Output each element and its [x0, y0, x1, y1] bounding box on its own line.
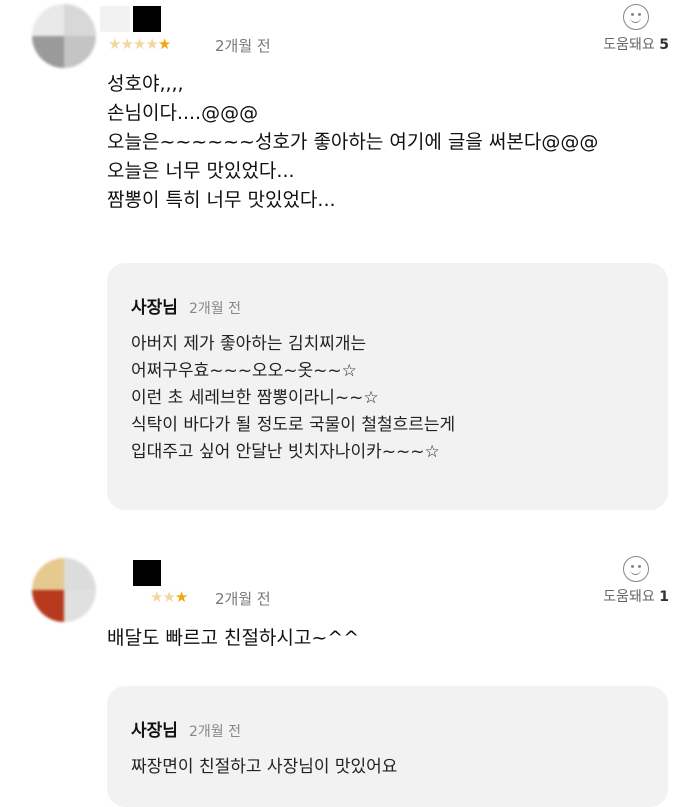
review-line: 손님이다....@@@ — [107, 102, 259, 124]
helpful-label: 도움돼요 — [603, 37, 655, 53]
review-date: 2개월 전 — [215, 590, 271, 608]
reply-line: 아버지 제가 좋아하는 김치찌개는 — [131, 334, 367, 354]
review-line: 성호야,,,, — [107, 73, 184, 95]
helpful-label: 도움돼요 — [603, 589, 655, 605]
reply-date: 2개월 전 — [189, 724, 242, 740]
avatar[interactable] — [32, 558, 96, 622]
reply-line: 어쩌구우효~~~오오~옷~~☆ — [131, 361, 357, 381]
smile-icon — [623, 556, 650, 582]
reply-line: 식탁이 바다가 될 정도로 국물이 철철흐르는게 — [131, 415, 456, 435]
star-icon: ★ — [174, 588, 188, 606]
avatar[interactable] — [32, 4, 96, 68]
owner-name: 사장님 — [131, 721, 178, 741]
reply-line: 입대주고 싶어 안달난 빗치자나이카~~~☆ — [131, 442, 440, 462]
helpful-count: 1 — [659, 589, 669, 605]
star-icon: ★ — [150, 588, 163, 606]
review-body: 배달도 빠르고 친절하시고~^^ — [107, 624, 359, 653]
review-line: 배달도 빠르고 친절하시고~^^ — [107, 627, 360, 649]
review-body: 성호야,,,, 손님이다....@@@ 오늘은~~~~~~성호가 좋아하는 여기… — [107, 70, 598, 215]
reviewer-name-blur — [100, 6, 130, 32]
star-icon: ★ — [162, 588, 175, 606]
star-icon: ★ — [157, 35, 171, 53]
owner-reply: 사장님 2개월 전 아버지 제가 좋아하는 김치찌개는 어쩌구우효~~~오오~옷… — [107, 263, 668, 510]
star-icon: ★ — [132, 35, 146, 53]
reply-date: 2개월 전 — [189, 301, 242, 317]
star-icon: ★ — [120, 35, 133, 53]
review-card: ★★★★★ 2개월 전 도움돼요 5 성호야,,,, 손님이다....@@@ 오… — [0, 0, 697, 520]
review-card: ★★★ 2개월 전 도움돼요 1 배달도 빠르고 친절하시고~^^ 사장님 2개… — [0, 548, 697, 807]
helpful-count: 5 — [659, 37, 669, 53]
reviewer-name-redacted — [133, 6, 161, 32]
star-icon: ★ — [108, 35, 121, 53]
reviewer-name-redacted — [133, 560, 161, 586]
reply-body: 짜장면이 친절하고 사장님이 맛있어요 — [131, 754, 397, 781]
helpful-button[interactable]: 도움돼요 1 — [603, 556, 669, 606]
review-line: 오늘은 너무 맛있었다... — [107, 160, 295, 182]
star-icon: ★ — [145, 35, 158, 53]
owner-reply: 사장님 2개월 전 짜장면이 친절하고 사장님이 맛있어요 — [107, 686, 668, 807]
owner-name: 사장님 — [131, 298, 178, 318]
reply-line: 짜장면이 친절하고 사장님이 맛있어요 — [131, 757, 398, 777]
review-line: 오늘은~~~~~~성호가 좋아하는 여기에 글을 써본다@@@ — [107, 131, 599, 153]
smile-icon — [623, 4, 650, 30]
helpful-button[interactable]: 도움돼요 5 — [603, 4, 669, 54]
rating-stars: ★★★★★ — [108, 35, 171, 53]
review-line: 짬뽕이 특히 너무 맛있었다... — [107, 189, 336, 211]
reply-line: 이런 초 세레브한 짬뽕이라니~~☆ — [131, 388, 379, 408]
review-date: 2개월 전 — [215, 37, 271, 55]
rating-stars: ★★★ — [150, 588, 188, 606]
reply-body: 아버지 제가 좋아하는 김치찌개는 어쩌구우효~~~오오~옷~~☆ 이런 초 세… — [131, 331, 455, 466]
